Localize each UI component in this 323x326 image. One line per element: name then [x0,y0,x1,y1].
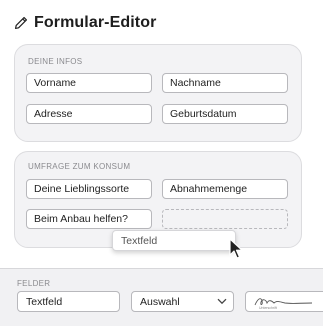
lastname-field[interactable]: Nachname [162,73,288,93]
signature-caption: Unterschrift [259,306,277,310]
page-header: Formular-Editor [14,12,156,34]
palette-signature[interactable]: Unterschrift [245,291,323,312]
quantity-field[interactable]: Abnahmemenge [162,179,288,199]
address-field[interactable]: Adresse [26,104,152,124]
chevron-down-icon [217,298,227,305]
fields-palette: FELDER Textfeld Auswahl Unterschrift [0,268,323,326]
palette-select-label: Auswahl [140,295,180,308]
info-section-label: DEINE INFOS [28,57,83,66]
help-growing-field[interactable]: Beim Anbau helfen? [26,209,152,229]
palette-select[interactable]: Auswahl [131,291,234,312]
birthdate-field[interactable]: Geburtsdatum [162,104,288,124]
survey-section-label: UMFRAGE ZUM KONSUM [28,162,131,171]
palette-label: FELDER [17,279,51,288]
info-section: DEINE INFOS Vorname Nachname Adresse Geb… [14,44,302,142]
firstname-field[interactable]: Vorname [26,73,152,93]
page-title: Formular-Editor [34,14,157,31]
drop-target-placeholder[interactable] [162,209,288,229]
pencil-icon [14,16,28,30]
dragged-textfield[interactable]: Textfeld [112,230,236,251]
cursor-arrow-icon [229,238,243,259]
favorite-strain-field[interactable]: Deine Lieblingssorte [26,179,152,199]
form-editor: Formular-Editor DEINE INFOS Vorname Nach… [0,0,323,326]
palette-textfield[interactable]: Textfeld [17,291,120,312]
